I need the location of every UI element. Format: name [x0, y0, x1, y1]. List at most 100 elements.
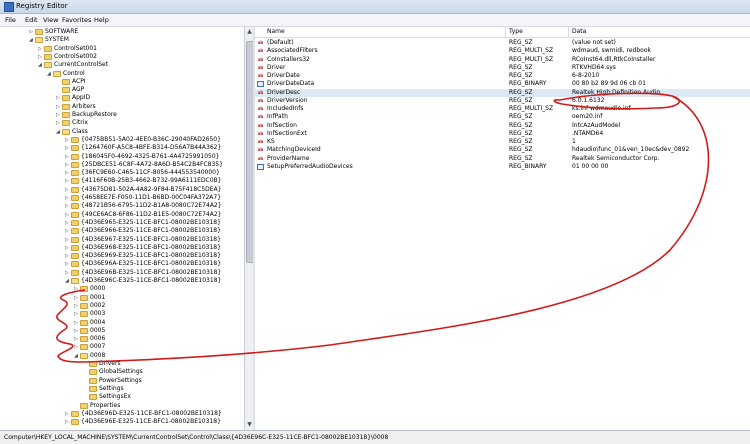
tree-item-label: {186045F0-4692-4325-B761-4A4725991050}	[81, 152, 220, 160]
tree-item[interactable]: PowerSettings	[83, 377, 142, 385]
key-tree-pane[interactable]: ▷ SOFTWARE ◢ SYSTEM ▷ ControlSet001 ▷ ControlSe…	[0, 27, 248, 430]
tree-item[interactable]: ▷ {4D36E967-E325-11CE-BFC1-08002BE10318}	[65, 236, 221, 244]
value-row[interactable]: ab MatchingDeviceId REG_SZ hdaudio\func_01&…	[255, 146, 750, 154]
tree-item-label: Arbiters	[72, 102, 96, 110]
menu-view[interactable]: View	[43, 16, 58, 24]
tree-item[interactable]: ▷ {4D36E966-E325-11CE-BFC1-08002BE10318}	[65, 227, 221, 235]
value-row[interactable]: ab InfPath REG_SZ oem20.inf	[255, 113, 750, 121]
tree-item[interactable]: Drivers	[83, 360, 121, 368]
tree-item[interactable]: ▷ {43675D81-502A-4A82-9F84-B75F418C5DEA}	[65, 186, 221, 194]
folder-icon	[89, 394, 97, 401]
folder-icon	[71, 211, 79, 218]
tree-item[interactable]: ▷ {49CE6AC8-6F86-11D2-B1E5-0080C72E74A2}	[65, 211, 221, 219]
tree-item[interactable]: ▷ Arbiters	[56, 103, 96, 111]
tree-item[interactable]: ▷ {4D36E968-E325-11CE-BFC1-08002BE10318}	[65, 244, 221, 252]
tree-item[interactable]: ▷ {4658EE7E-F050-11D1-B6BD-00C04FA372A7}	[65, 194, 221, 202]
tree-item[interactable]: ▷ 0005	[74, 327, 105, 335]
scroll-up-arrow-icon[interactable]: ▲	[246, 28, 253, 36]
value-row[interactable]: ab (Default) REG_SZ (value not set)	[255, 39, 750, 47]
tree-item[interactable]: ▷ ControlSet002	[38, 53, 97, 61]
value-row[interactable]: ab DriverVersion REG_SZ 6.0.1.6132	[255, 97, 750, 105]
value-type: REG_BINARY	[509, 80, 547, 88]
tree-item-label: PowerSettings	[99, 376, 142, 384]
menu-file[interactable]: File	[5, 16, 16, 24]
value-type: REG_SZ	[509, 63, 533, 71]
values-pane[interactable]: Name Type Data ab (Default) REG_SZ (value n…	[255, 27, 750, 430]
tree-item[interactable]: ▷ 0007	[74, 343, 105, 351]
tree-item[interactable]: ◢ SYSTEM	[29, 36, 69, 44]
scroll-down-arrow-icon[interactable]: ▼	[246, 421, 253, 429]
folder-icon	[62, 128, 70, 135]
tree-item[interactable]: ▷ {4D36E965-E325-11CE-BFC1-08002BE10318}	[65, 219, 221, 227]
tree-item[interactable]: ▷ {48721B56-6795-11D2-B1A8-0080C72E74A2}	[65, 202, 222, 210]
value-row[interactable]: ab IncludedInfs REG_MULTI_SZ ks.inf wdmaudi…	[255, 105, 750, 113]
value-row[interactable]: ab InfSectionExt REG_SZ .NTAMD64	[255, 130, 750, 138]
tree-item[interactable]: ▷ BackupRestore	[56, 111, 117, 119]
tree-item[interactable]: ◢ {4D36E96C-E325-11CE-BFC1-08002BE10318}	[65, 277, 221, 285]
tree-item[interactable]: GlobalSettings	[83, 368, 143, 376]
tree-item[interactable]: ▷ {25DBCE51-6C8F-4A72-8A6D-B54C2B4FC835}	[65, 161, 223, 169]
tree-item[interactable]: ▷ {4D36E96B-E325-11CE-BFC1-08002BE10318}	[65, 269, 221, 277]
value-row[interactable]: ab Driver REG_SZ RTKVHD64.sys	[255, 64, 750, 72]
tree-item[interactable]: ▷ {4116F60B-25B3-4662-B732-99A6111EDC0B}	[65, 177, 222, 185]
tree-item[interactable]: ▷ ControlSet001	[38, 45, 97, 53]
tree-item[interactable]: ▷ {4D36E969-E325-11CE-BFC1-08002BE10318}	[65, 252, 221, 260]
value-row[interactable]: ab ProviderName REG_SZ Realtek Semiconducto…	[255, 155, 750, 163]
tree-item-label: Control	[63, 69, 85, 77]
tree-item[interactable]: ▷ 0006	[74, 335, 105, 343]
tree-item[interactable]: ▷ 0000	[74, 285, 105, 293]
menu-help[interactable]: Help	[94, 16, 109, 24]
tree-item[interactable]: ▷ SOFTWARE	[29, 28, 78, 36]
tree-item[interactable]: ▷ {4D36E96E-E325-11CE-BFC1-08002BE10318}	[65, 418, 221, 426]
window-title: Registry Editor	[16, 2, 68, 10]
tree-item[interactable]: ▷ AppID	[56, 94, 90, 102]
folder-icon	[35, 37, 43, 44]
tree-item[interactable]: AGP	[56, 86, 84, 94]
value-row[interactable]: ab InfSection REG_SZ IntcAzAudModel	[255, 122, 750, 130]
value-row[interactable]: ab AssociatedFilters REG_MULTI_SZ wdmaud, s…	[255, 47, 750, 55]
tree-item[interactable]: ▷ {4D36E96A-E325-11CE-BFC1-08002BE10318}	[65, 260, 221, 268]
tree-item-label: {49CE6AC8-6F86-11D2-B1E5-0080C72E74A2}	[81, 210, 222, 218]
tree-item[interactable]: ▷ 0001	[74, 294, 105, 302]
menu-edit[interactable]: Edit	[25, 16, 38, 24]
value-row[interactable]: ab KS REG_SZ 1	[255, 138, 750, 146]
tree-item[interactable]: ▷ {1264760F-A5C8-4BFE-B314-D56A7B44A362}	[65, 144, 221, 152]
tree-item[interactable]: Properties	[74, 402, 120, 410]
value-type: REG_SZ	[509, 39, 533, 46]
column-header: Name Type Data	[255, 27, 750, 38]
tree-item[interactable]: ▷ {186045F0-4692-4325-B761-4A4725991050}	[65, 153, 219, 161]
tree-item[interactable]: ◢ Class	[56, 128, 88, 136]
value-type: REG_MULTI_SZ	[509, 105, 554, 112]
menu-favorites[interactable]: Favorites	[62, 16, 91, 24]
tree-item[interactable]: Settings	[83, 385, 124, 393]
string-value-icon: ab	[257, 40, 264, 45]
value-type: REG_MULTI_SZ	[509, 47, 554, 55]
tree-item-label: 0007	[90, 343, 106, 351]
tree-item[interactable]: ▷ 0003	[74, 310, 105, 318]
column-name-header[interactable]: Name	[267, 28, 285, 35]
value-row[interactable]: SetupPreferredAudioDevices REG_BINARY 01 0…	[255, 163, 750, 171]
column-type-header[interactable]: Type	[509, 28, 523, 35]
folder-icon	[80, 319, 88, 326]
tree-item[interactable]: ▷ 0004	[74, 319, 105, 327]
value-row[interactable]: ab DriverDate REG_SZ 6-8-2010	[255, 72, 750, 80]
value-row[interactable]: ab DriverDesc REG_SZ Realtek High Definitio…	[255, 88, 750, 97]
tree-item[interactable]: ▷ {4D36E96D-E325-11CE-BFC1-08002BE10318}	[65, 410, 222, 418]
string-value-icon: ab	[257, 97, 264, 103]
value-row[interactable]: ab CoInstallers32 REG_MULTI_SZ RCoInst64.dl…	[255, 56, 750, 64]
tree-item[interactable]: ▷ Citrix	[56, 119, 88, 127]
tree-item[interactable]: ◢ Control	[47, 70, 85, 78]
tree-item[interactable]: ▷ 0002	[74, 302, 105, 310]
folder-icon	[62, 95, 70, 102]
column-data-header[interactable]: Data	[572, 28, 586, 35]
value-row[interactable]: DriverDateData REG_BINARY 00 80 b2 89 9d 0…	[255, 80, 750, 88]
status-bar: Computer\HKEY_LOCAL_MACHINE\SYSTEM\Curre…	[0, 430, 750, 444]
tree-item[interactable]: ◢ 0008	[74, 352, 105, 360]
tree-item[interactable]: ▷ {0475BB51-5A02-4EE0-B36C-29040FAD2650}	[65, 136, 221, 144]
tree-item[interactable]: SettingsEx	[83, 393, 131, 401]
tree-item-label: Settings	[99, 384, 124, 392]
tree-item[interactable]: ▷ {36FC9E60-C465-11CF-8056-444553540000}	[65, 169, 220, 177]
string-value-icon: ab	[257, 64, 264, 70]
tree-item[interactable]: ◢ CurrentControlSet	[38, 61, 108, 69]
tree-item[interactable]: ACPI	[56, 78, 86, 86]
